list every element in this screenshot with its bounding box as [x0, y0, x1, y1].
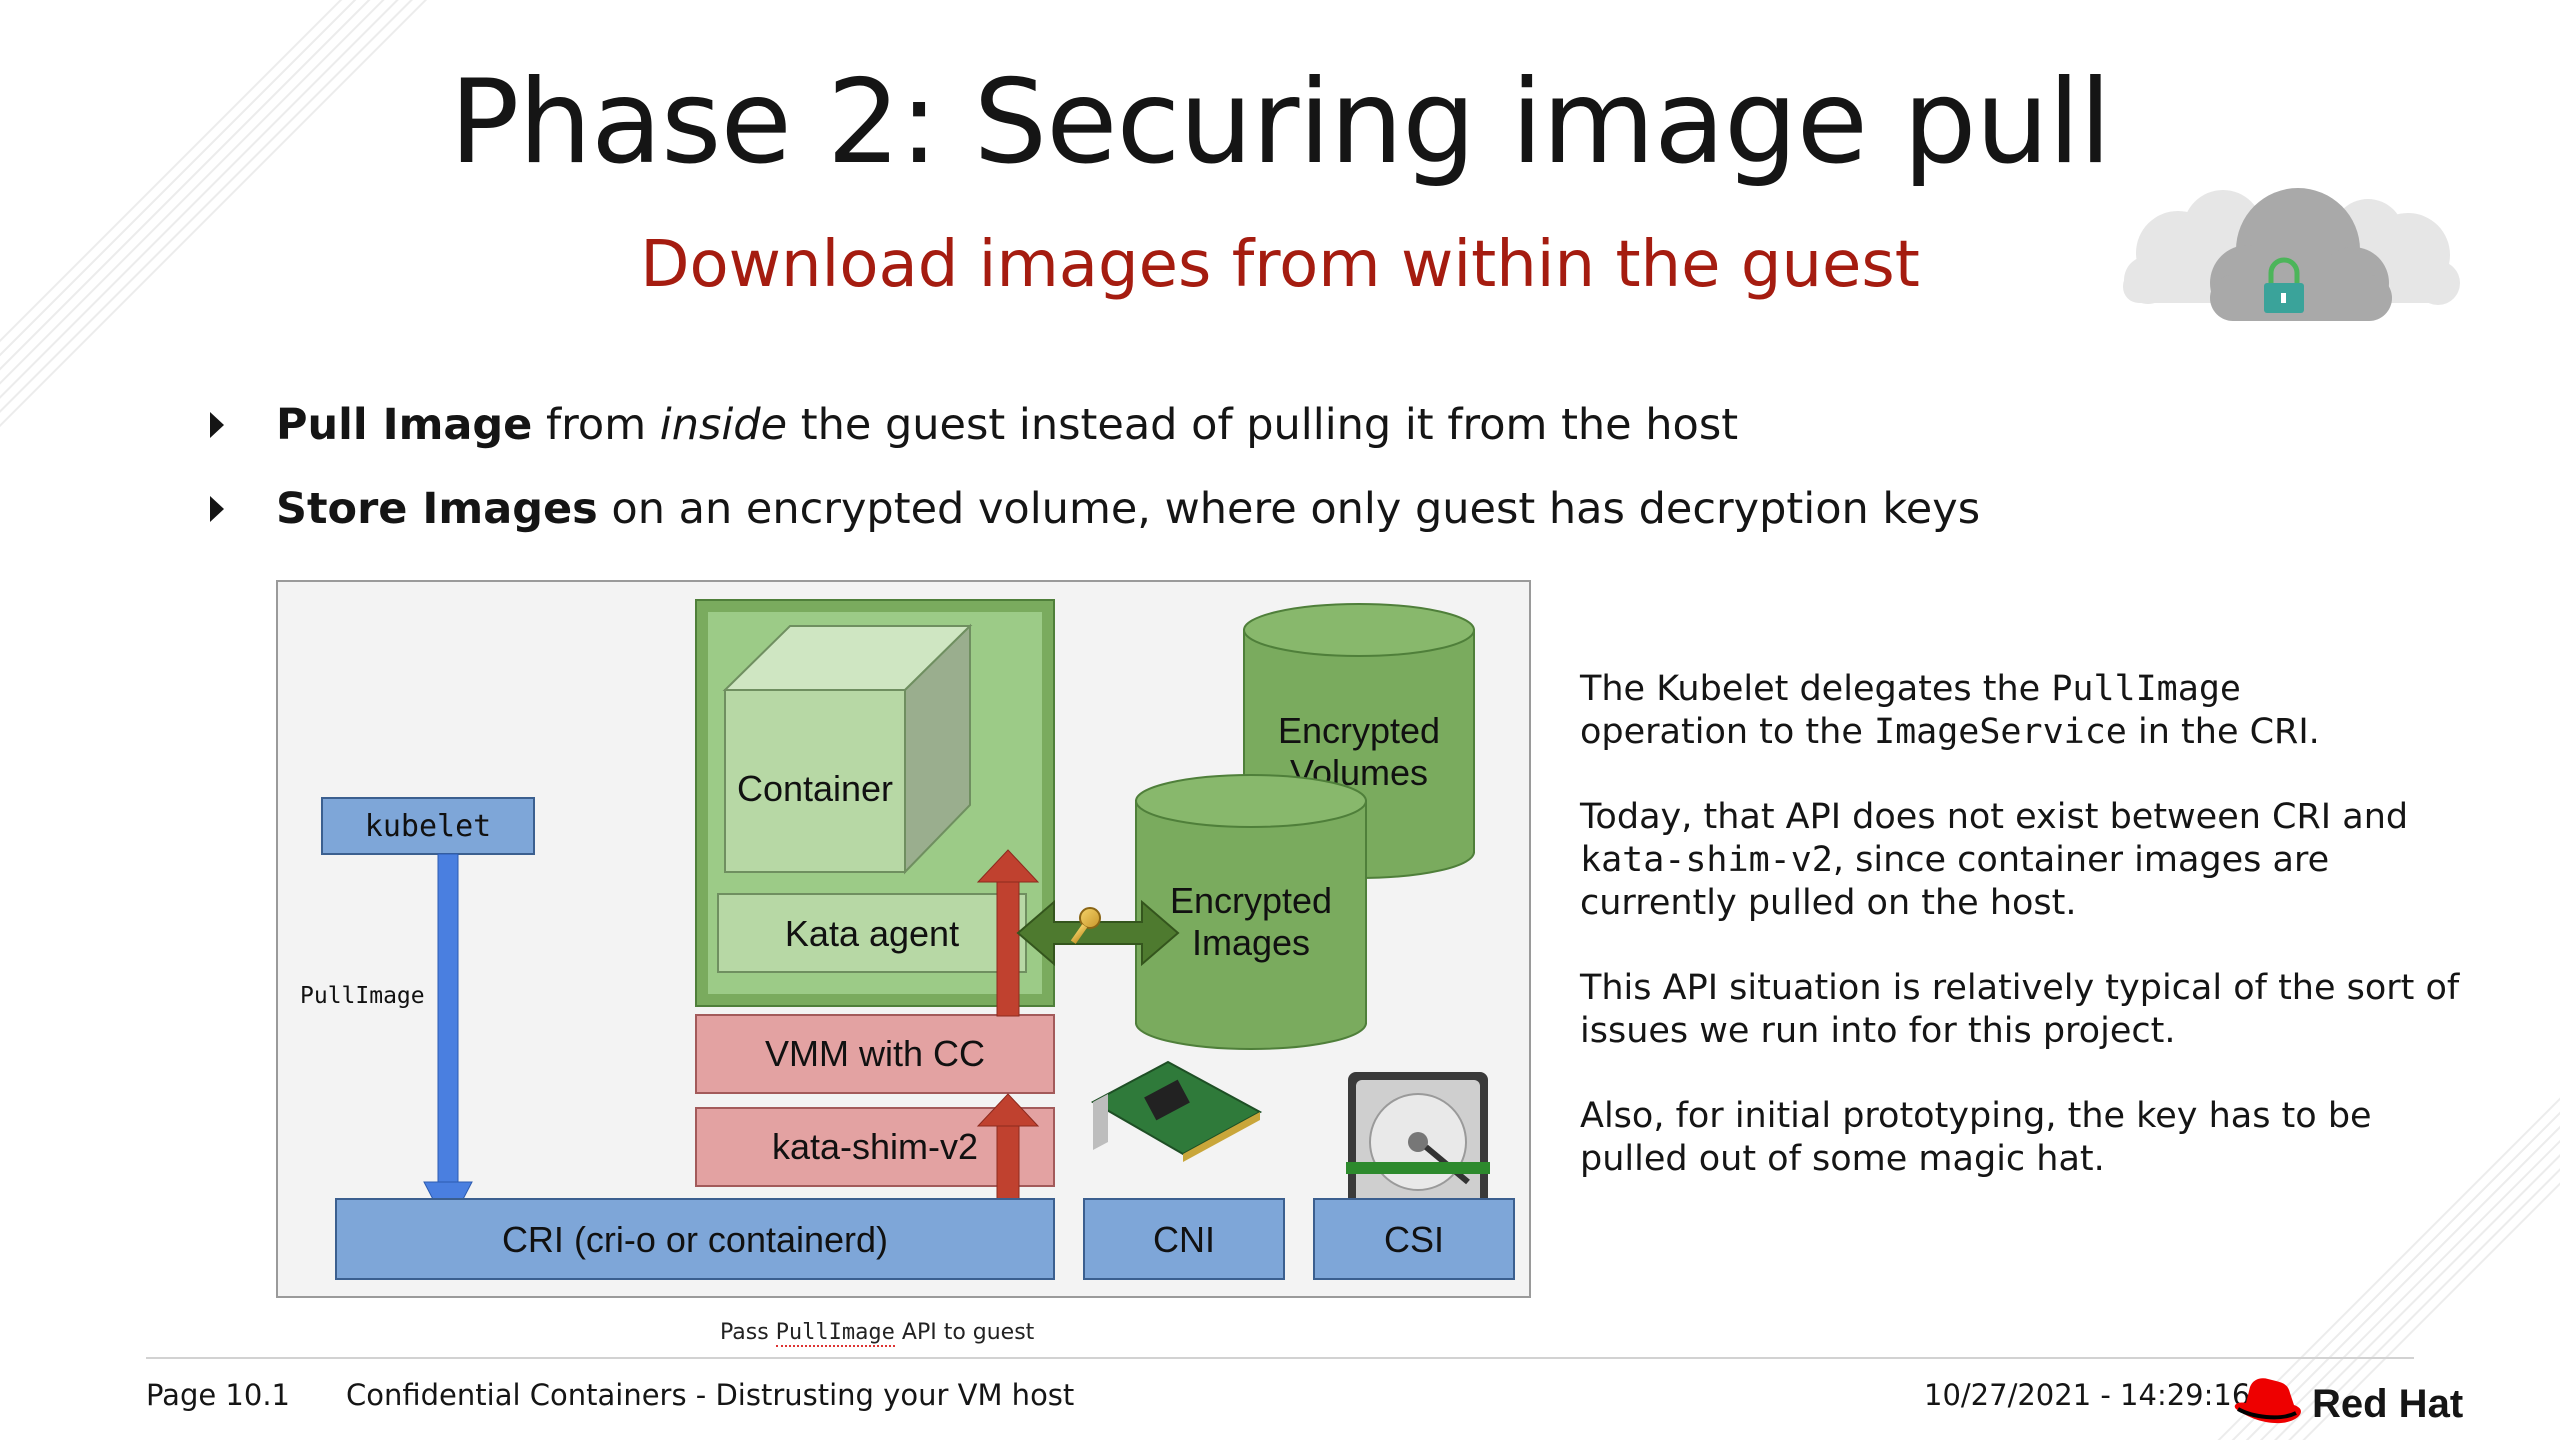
- slide-title: Phase 2: Securing image pull: [449, 55, 2111, 190]
- note-paragraph: Today, that API does not exist between C…: [1580, 797, 2409, 923]
- container-label: Container: [737, 768, 893, 809]
- csi-box: CSI: [1313, 1198, 1515, 1280]
- side-notes: The Kubelet delegates the PullImage opera…: [1580, 668, 2480, 1223]
- pull-image-arrow: [423, 853, 473, 1230]
- pull-image-label: PullImage: [300, 983, 425, 1009]
- kubelet-label: kubelet: [365, 809, 491, 844]
- bullet-marker-icon: [210, 412, 224, 438]
- architecture-diagram: kubelet PullImage Container Kata agent V…: [276, 580, 1531, 1298]
- timestamp: 10/27/2021 - 14:29:16: [1924, 1378, 2251, 1412]
- cni-label: CNI: [1153, 1219, 1215, 1260]
- encrypted-images-cylinder: Encrypted Images: [1135, 774, 1367, 1050]
- container-cube: Container: [722, 623, 973, 875]
- network-card-icon: [1090, 1060, 1263, 1162]
- kata-agent-label: Kata agent: [785, 913, 959, 954]
- bullet-marker-icon: [210, 496, 224, 522]
- cni-box: CNI: [1083, 1198, 1285, 1280]
- kubelet-box: kubelet: [321, 797, 535, 855]
- hard-drive-icon: [1346, 1072, 1490, 1212]
- deck-title: Confidential Containers - Distrusting yo…: [346, 1378, 1075, 1412]
- encrypted-images-label-line1: Encrypted: [1170, 880, 1332, 921]
- pull-image-api-term: PullImage: [775, 1320, 895, 1347]
- red-hat-icon: Red Hat: [2234, 1378, 2463, 1426]
- slide-subtitle: Download images from within the guest: [640, 228, 1920, 302]
- diagram-caption: Pass PullImage API to guest: [720, 1320, 1035, 1347]
- kata-shim-label: kata-shim-v2: [772, 1126, 978, 1167]
- csi-label: CSI: [1384, 1219, 1444, 1260]
- note-paragraph: The Kubelet delegates the PullImage opera…: [1580, 669, 2320, 752]
- vmm-box: VMM with CC: [695, 1014, 1055, 1094]
- encrypted-images-label-line2: Images: [1192, 922, 1310, 963]
- red-hat-wordmark: Red Hat: [2312, 1382, 2463, 1426]
- cri-label: CRI (cri-o or containerd): [502, 1219, 888, 1260]
- vmm-label: VMM with CC: [765, 1033, 985, 1074]
- cri-box: CRI (cri-o or containerd): [335, 1198, 1055, 1280]
- note-paragraph: This API situation is relatively typical…: [1580, 968, 2460, 1051]
- note-paragraph: Also, for initial prototyping, the key h…: [1580, 1096, 2372, 1179]
- kata-agent-box: Kata agent: [717, 893, 1027, 973]
- encrypted-volumes-label-line1: Encrypted: [1278, 710, 1440, 751]
- footer-divider: [146, 1357, 2414, 1359]
- red-hat-logo: Red Hat: [2228, 1365, 2478, 1440]
- page-number: Page 10.1: [146, 1378, 290, 1412]
